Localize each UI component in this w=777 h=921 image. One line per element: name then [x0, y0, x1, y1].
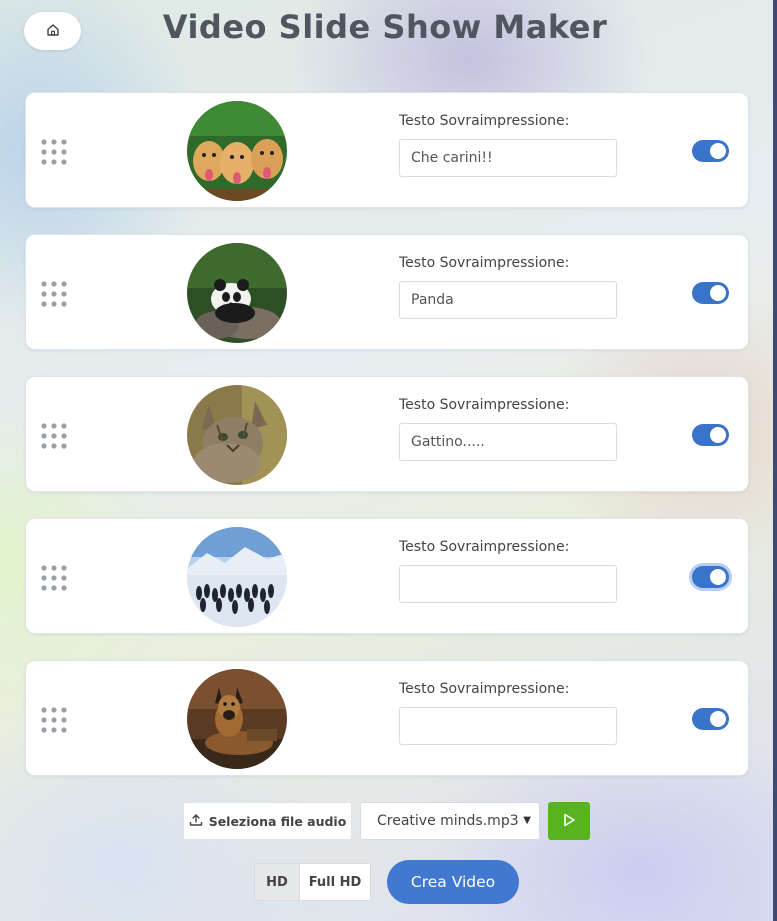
slide-thumbnail-cat: [187, 385, 287, 485]
slide-toggle[interactable]: [692, 708, 729, 730]
slide-toggle[interactable]: [692, 424, 729, 446]
window-edge: [773, 0, 777, 921]
select-audio-file-button[interactable]: Seleziona file audio: [183, 802, 352, 840]
overlay-text-label: Testo Sovraimpressione:: [399, 113, 570, 129]
slide-toggle[interactable]: [692, 566, 729, 588]
slide-card: Testo Sovraimpressione:: [25, 92, 749, 208]
drag-handle-icon[interactable]: [40, 280, 68, 308]
resolution-hd-button[interactable]: HD: [255, 864, 300, 900]
select-audio-file-label: Seleziona file audio: [208, 813, 347, 829]
drag-handle-icon[interactable]: [40, 138, 68, 166]
play-audio-button[interactable]: [548, 802, 590, 840]
slide-card: Testo Sovraimpressione:: [25, 660, 749, 776]
overlay-text-label: Testo Sovraimpressione:: [399, 255, 570, 271]
overlay-text-input[interactable]: [399, 281, 617, 319]
overlay-text-label: Testo Sovraimpressione:: [399, 681, 570, 697]
slide-toggle[interactable]: [692, 282, 729, 304]
audio-file-select[interactable]: Creative minds.mp3 ▼: [360, 802, 540, 840]
slide-thumbnail-penguins: [187, 527, 287, 627]
create-video-button[interactable]: Crea Video: [387, 860, 519, 904]
upload-icon: [189, 813, 203, 830]
home-button[interactable]: [24, 12, 81, 50]
slide-thumbnail-panda: [187, 243, 287, 343]
slide-toggle[interactable]: [692, 140, 729, 162]
overlay-text-input[interactable]: [399, 423, 617, 461]
drag-handle-icon[interactable]: [40, 422, 68, 450]
overlay-text-label: Testo Sovraimpressione:: [399, 539, 570, 555]
drag-handle-icon[interactable]: [40, 706, 68, 734]
page-title: Video Slide Show Maker: [162, 8, 608, 46]
resolution-full-hd-button[interactable]: Full HD: [300, 864, 370, 900]
resolution-toggle-group: HD Full HD: [254, 863, 371, 901]
slide-card: Testo Sovraimpressione:: [25, 234, 749, 350]
overlay-text-input[interactable]: [399, 707, 617, 745]
home-icon: [46, 22, 60, 41]
overlay-text-input[interactable]: [399, 139, 617, 177]
slide-thumbnail-puppies: [187, 101, 287, 201]
slide-thumbnail-german-shepherd: [187, 669, 287, 769]
overlay-text-input[interactable]: [399, 565, 617, 603]
slide-card: Testo Sovraimpressione:: [25, 376, 749, 492]
play-icon: [562, 812, 576, 831]
audio-file-selected-value: Creative minds.mp3: [377, 813, 519, 829]
dropdown-arrow-icon: ▼: [523, 815, 531, 826]
slide-card: Testo Sovraimpressione:: [25, 518, 749, 634]
drag-handle-icon[interactable]: [40, 564, 68, 592]
overlay-text-label: Testo Sovraimpressione:: [399, 397, 570, 413]
